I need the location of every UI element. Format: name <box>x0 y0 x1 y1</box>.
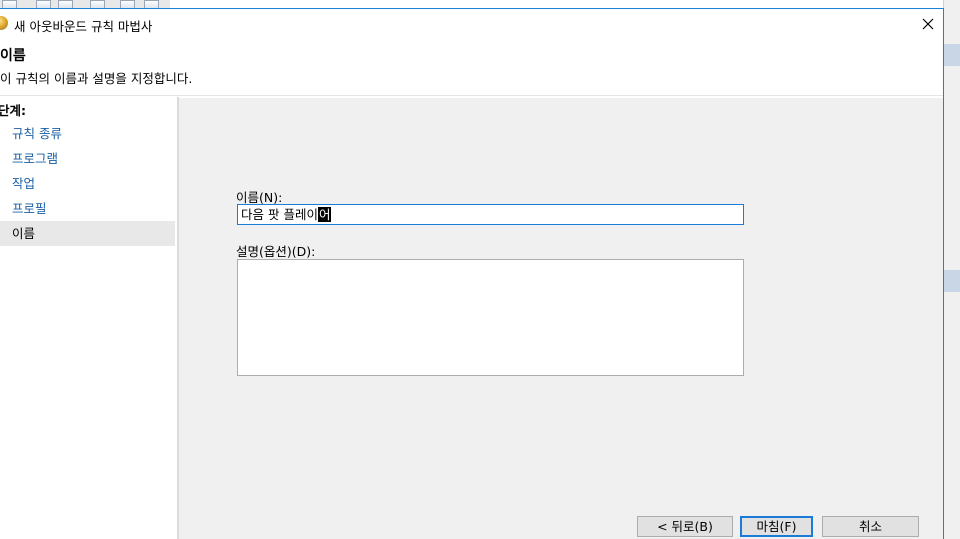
name-input-text: 다음 팟 플레이 <box>241 207 318 222</box>
close-icon <box>922 18 934 30</box>
page-title: 이름 <box>0 48 26 64</box>
step-rule-type[interactable]: 규칙 종류 <box>0 121 175 146</box>
wizard-dialog: 새 아웃바운드 규칙 마법사 이름 이 규칙의 이름과 설명을 지정합니다. 단… <box>0 8 944 539</box>
step-program[interactable]: 프로그램 <box>0 146 175 171</box>
step-action[interactable]: 작업 <box>0 171 175 196</box>
title-bar[interactable]: 새 아웃바운드 규칙 마법사 <box>0 9 943 39</box>
wizard-header: 이름 이 규칙의 이름과 설명을 지정합니다. <box>0 39 943 96</box>
step-profile[interactable]: 프로필 <box>0 196 175 221</box>
window-title: 새 아웃바운드 규칙 마법사 <box>14 19 153 34</box>
page-subtitle: 이 규칙의 이름과 설명을 지정합니다. <box>0 71 193 86</box>
name-input[interactable]: 다음 팟 플레이어 <box>237 204 744 225</box>
firewall-icon <box>0 16 8 30</box>
description-textarea[interactable] <box>237 259 744 376</box>
ime-composing-char: 어 <box>317 207 332 222</box>
cancel-button[interactable]: 취소 <box>822 516 919 537</box>
steps-panel: 단계: 규칙 종류 프로그램 작업 프로필 이름 <box>0 97 177 539</box>
background-header-band <box>944 44 960 66</box>
steps-title: 단계: <box>0 103 26 118</box>
close-button[interactable] <box>913 9 943 39</box>
main-content: 이름(N): 다음 팟 플레이어 설명(옵션)(D): < 뒤로(B) 마침(F… <box>179 98 943 539</box>
back-button[interactable]: < 뒤로(B) <box>637 516 733 537</box>
step-name[interactable]: 이름 <box>0 221 175 246</box>
background-header-band <box>944 270 960 292</box>
finish-button[interactable]: 마침(F) <box>740 516 813 537</box>
background-window-edge <box>943 0 960 539</box>
description-label: 설명(옵션)(D): <box>236 244 316 259</box>
